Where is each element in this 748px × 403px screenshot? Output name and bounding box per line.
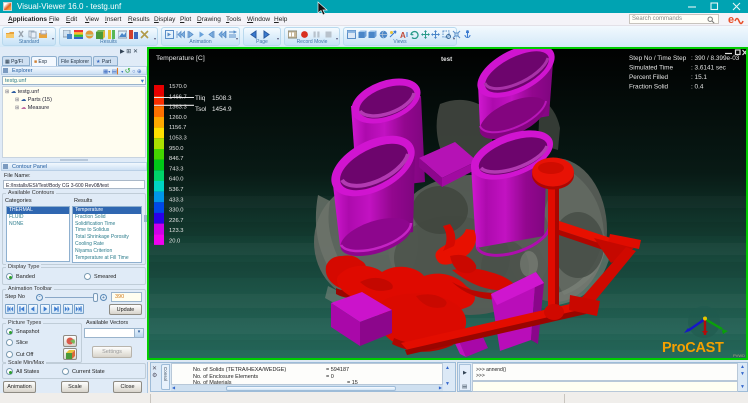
- svg-text:Tliq: Tliq: [195, 95, 206, 102]
- svg-text:1508.3: 1508.3: [212, 95, 232, 102]
- svg-text:test: test: [441, 56, 453, 63]
- svg-text:1454.9: 1454.9: [212, 106, 232, 113]
- svg-text:433.3: 433.3: [169, 197, 184, 203]
- svg-text:536.7: 536.7: [169, 187, 184, 193]
- svg-text:: 15.1: : 15.1: [691, 74, 707, 81]
- svg-text:123.3: 123.3: [169, 228, 184, 234]
- svg-text:ProCAST: ProCAST: [662, 340, 724, 356]
- svg-text:640.0: 640.0: [169, 177, 184, 183]
- svg-text:Fraction Solid: Fraction Solid: [629, 84, 669, 91]
- svg-text:Temperature [C]: Temperature [C]: [156, 55, 205, 62]
- svg-text:: 390 / 8.399e-03: : 390 / 8.399e-03: [691, 55, 740, 62]
- svg-text:Step No / Time Step: Step No / Time Step: [629, 55, 687, 62]
- svg-text:e: e: [728, 14, 734, 25]
- svg-text:226.7: 226.7: [169, 218, 184, 224]
- svg-text:PVWD: PVWD: [733, 353, 745, 358]
- svg-text:330.0: 330.0: [169, 208, 184, 214]
- svg-text:Tsol: Tsol: [195, 106, 206, 113]
- svg-text:: 0.4: : 0.4: [691, 84, 704, 91]
- svg-text:A: A: [400, 31, 406, 39]
- svg-text:950.0: 950.0: [169, 146, 184, 152]
- svg-text:1156.7: 1156.7: [169, 125, 186, 131]
- svg-text:846.7: 846.7: [169, 156, 184, 162]
- svg-text:1570.0: 1570.0: [169, 84, 187, 90]
- svg-text:1053.3: 1053.3: [169, 136, 187, 142]
- svg-text:Simulated Time: Simulated Time: [629, 65, 673, 72]
- svg-text:: 3.6141 sec: : 3.6141 sec: [691, 65, 727, 72]
- svg-text:20.0: 20.0: [169, 239, 180, 245]
- svg-text:Percent Filled: Percent Filled: [629, 74, 669, 81]
- svg-text:743.3: 743.3: [169, 166, 184, 172]
- svg-text:1260.0: 1260.0: [169, 115, 187, 121]
